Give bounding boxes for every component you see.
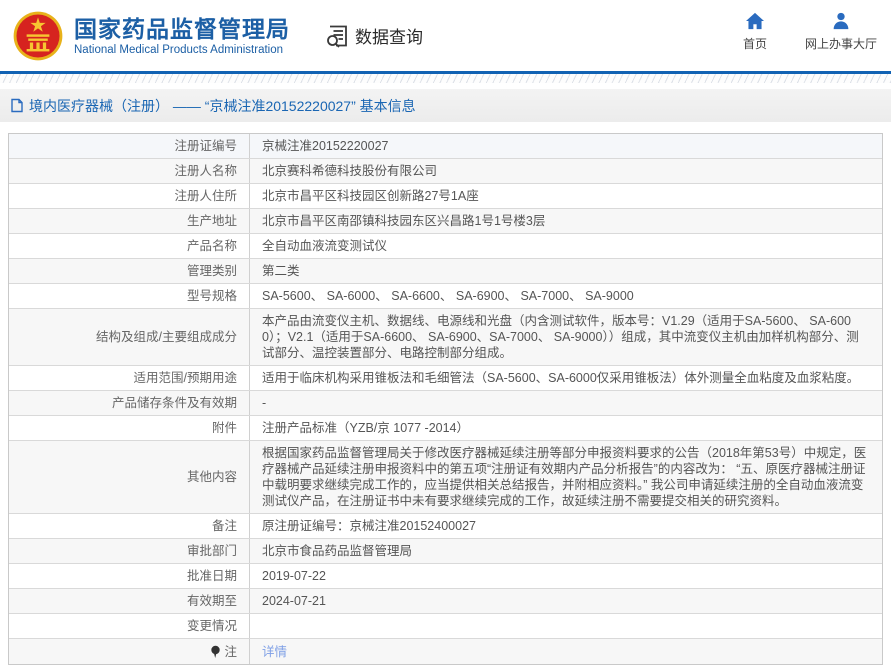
row-value: 适用于临床机构采用锥板法和毛细管法（SA-5600、SA-6000仅采用锥板法）… — [262, 370, 859, 386]
org-name-en: National Medical Products Administration — [74, 44, 290, 56]
row-value: 注册产品标准（YZB/京 1077 -2014） — [262, 420, 469, 436]
row-value: 北京市昌平区科技园区创新路27号1A座 — [262, 188, 479, 204]
nav-home[interactable]: 首页 — [735, 12, 775, 52]
home-icon — [745, 12, 765, 30]
row-value: SA-5600、 SA-6000、 SA-6600、 SA-6900、 SA-7… — [262, 288, 634, 304]
main-content: 注册证编号 京械注准20152220027 注册人名称 北京赛科希德科技股份有限… — [8, 133, 883, 665]
breadcrumb-text: 境内医疗器械（注册） —— “京械注准20152220027” 基本信息 — [29, 96, 416, 116]
note-label: 注 — [224, 644, 237, 660]
table-row-model-spec: 型号规格 SA-5600、 SA-6000、 SA-6600、 SA-6900、… — [9, 284, 882, 309]
row-label: 管理类别 — [9, 259, 250, 283]
table-row-other-content: 其他内容 根据国家药品监督管理局关于修改医疗器械延续注册等部分申报资料要求的公告… — [9, 441, 882, 514]
table-row-note: 注 详情 — [9, 639, 882, 664]
nav-home-label: 首页 — [743, 35, 767, 52]
row-label: 注册人住所 — [9, 184, 250, 208]
national-emblem-icon — [12, 10, 64, 62]
row-label: 其他内容 — [9, 441, 250, 513]
row-value: 2019-07-22 — [262, 568, 326, 584]
row-label: 型号规格 — [9, 284, 250, 308]
user-icon — [831, 12, 851, 30]
org-names: 国家药品监督管理局 National Medical Products Admi… — [74, 16, 290, 56]
table-row-attachment: 附件 注册产品标准（YZB/京 1077 -2014） — [9, 416, 882, 441]
table-row-production-address: 生产地址 北京市昌平区南邵镇科技园东区兴昌路1号1号楼3层 — [9, 209, 882, 234]
table-row-reg-number: 注册证编号 京械注准20152220027 — [9, 134, 882, 159]
row-label: 备注 — [9, 514, 250, 538]
row-label: 适用范围/预期用途 — [9, 366, 250, 390]
row-value: 全自动血液流变测试仪 — [262, 238, 387, 254]
row-label: 生产地址 — [9, 209, 250, 233]
logo-group[interactable]: 国家药品监督管理局 National Medical Products Admi… — [12, 10, 290, 62]
nav-service-hall-label: 网上办事大厅 — [805, 35, 877, 52]
row-label: 产品名称 — [9, 234, 250, 258]
table-row-change-status: 变更情况 — [9, 614, 882, 639]
table-row-approval-department: 审批部门 北京市食品药品监督管理局 — [9, 539, 882, 564]
org-name-cn: 国家药品监督管理局 — [74, 16, 290, 42]
row-label: 产品储存条件及有效期 — [9, 391, 250, 415]
row-value: 北京市食品药品监督管理局 — [262, 543, 412, 559]
row-value: - — [262, 395, 266, 411]
row-value: 本产品由流变仪主机、数据线、电源线和光盘（内含测试软件，版本号：V1.29（适用… — [262, 313, 870, 361]
header: 国家药品监督管理局 National Medical Products Admi… — [0, 0, 891, 71]
row-value: 北京市昌平区南邵镇科技园东区兴昌路1号1号楼3层 — [262, 213, 545, 229]
note-bulb-icon — [210, 645, 221, 659]
row-label: 注册人名称 — [9, 159, 250, 183]
data-query-label: 数据查询 — [355, 23, 423, 48]
table-row-approval-date: 批准日期 2019-07-22 — [9, 564, 882, 589]
table-row-valid-until: 有效期至 2024-07-21 — [9, 589, 882, 614]
table-row-storage-validity: 产品储存条件及有效期 - — [9, 391, 882, 416]
table-row-remarks: 备注 原注册证编号：京械注准20152400027 — [9, 514, 882, 539]
table-row-structure-composition: 结构及组成/主要组成成分 本产品由流变仪主机、数据线、电源线和光盘（内含测试软件… — [9, 309, 882, 366]
table-row-registrant-name: 注册人名称 北京赛科希德科技股份有限公司 — [9, 159, 882, 184]
hatch-strip — [0, 74, 891, 83]
row-value: 京械注准20152220027 — [262, 138, 388, 154]
row-label: 注 — [9, 639, 250, 664]
row-value: 原注册证编号：京械注准20152400027 — [262, 518, 476, 534]
table-row-product-name: 产品名称 全自动血液流变测试仪 — [9, 234, 882, 259]
table-row-registrant-address: 注册人住所 北京市昌平区科技园区创新路27号1A座 — [9, 184, 882, 209]
row-label: 注册证编号 — [9, 134, 250, 158]
row-label: 批准日期 — [9, 564, 250, 588]
row-value: 2024-07-21 — [262, 593, 326, 609]
row-value: 根据国家药品监督管理局关于修改医疗器械延续注册等部分申报资料要求的公告（2018… — [262, 445, 870, 509]
document-icon — [10, 98, 24, 113]
row-label: 附件 — [9, 416, 250, 440]
row-value: 第二类 — [262, 263, 300, 279]
table-row-management-class: 管理类别 第二类 — [9, 259, 882, 284]
row-label: 审批部门 — [9, 539, 250, 563]
registration-info-table: 注册证编号 京械注准20152220027 注册人名称 北京赛科希德科技股份有限… — [8, 133, 883, 665]
row-value: 北京赛科希德科技股份有限公司 — [262, 163, 437, 179]
header-nav: 首页 网上办事大厅 — [735, 12, 877, 52]
row-label: 有效期至 — [9, 589, 250, 613]
document-search-icon — [324, 23, 350, 49]
details-link[interactable]: 详情 — [262, 644, 287, 660]
row-label: 结构及组成/主要组成成分 — [9, 309, 250, 365]
data-query-title[interactable]: 数据查询 — [324, 23, 423, 49]
breadcrumb: 境内医疗器械（注册） —— “京械注准20152220027” 基本信息 — [0, 89, 891, 122]
nav-service-hall[interactable]: 网上办事大厅 — [805, 12, 877, 52]
table-row-intended-use: 适用范围/预期用途 适用于临床机构采用锥板法和毛细管法（SA-5600、SA-6… — [9, 366, 882, 391]
row-label: 变更情况 — [9, 614, 250, 638]
